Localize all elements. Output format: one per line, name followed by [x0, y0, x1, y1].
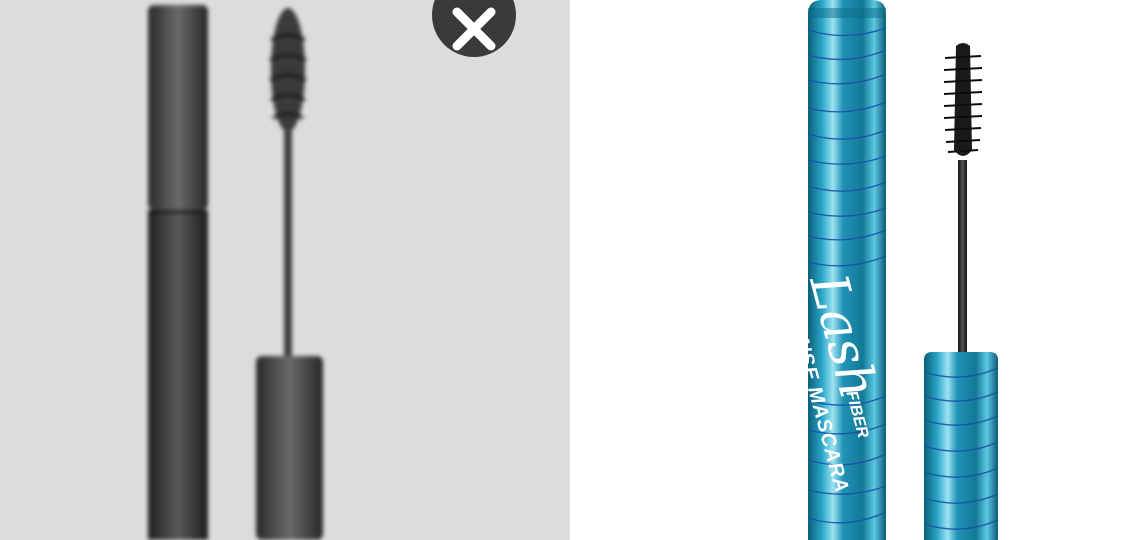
- x-mark-icon: [432, 0, 516, 57]
- blurred-mascara-illustration: [148, 5, 323, 540]
- bad-example-panel: [0, 0, 570, 540]
- mascara-wand: [923, 43, 999, 540]
- mascara-product-illustration: Lash FIBER DENSE MASCARA: [782, 0, 999, 540]
- good-example-panel: Lash FIBER DENSE MASCARA: [570, 0, 1140, 540]
- blurred-mascara-wand: [256, 8, 323, 540]
- brand-label: Lash FIBER DENSE MASCARA: [782, 267, 888, 496]
- blurred-mascara-tube: [148, 5, 208, 540]
- comparison-image: Lash FIBER DENSE MASCARA: [0, 0, 1140, 540]
- mascara-brush: [943, 43, 983, 156]
